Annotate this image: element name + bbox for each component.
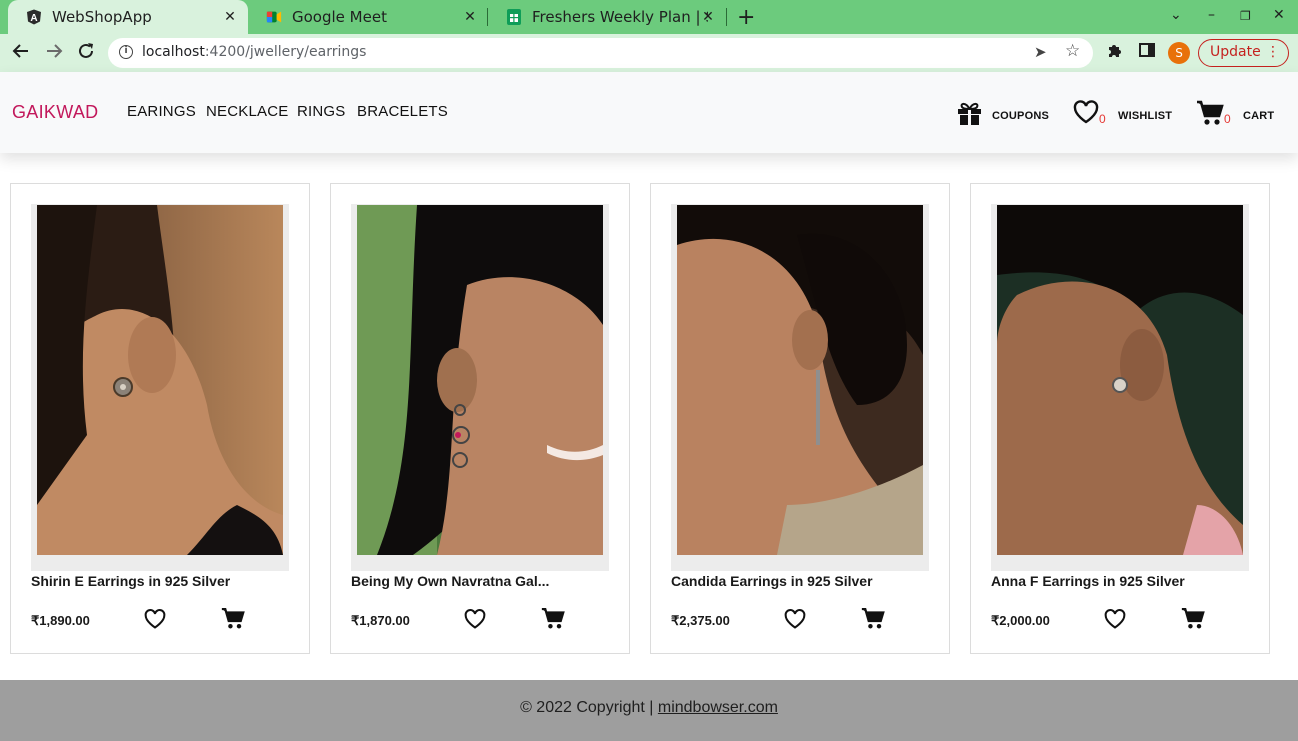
product-name[interactable]: Anna F Earrings in 925 Silver: [991, 573, 1185, 589]
cart-label[interactable]: CART: [1243, 110, 1274, 122]
update-button[interactable]: Update ⋮: [1198, 39, 1289, 67]
tab-title: Google Meet: [292, 8, 387, 26]
bookmark-star-icon[interactable]: ☆: [1065, 41, 1080, 61]
extensions-puzzle-icon[interactable]: [1106, 42, 1123, 63]
window-close-icon[interactable]: ✕: [1273, 7, 1285, 23]
product-card: Candida Earrings in 925 Silver ₹2,375.00: [650, 183, 950, 654]
profile-avatar[interactable]: S: [1168, 42, 1190, 64]
product-price: ₹1,890.00: [31, 613, 90, 628]
minimize-icon[interactable]: –: [1208, 7, 1215, 23]
url-text: localhost:4200/jwellery/earrings: [142, 44, 367, 60]
menu-rings[interactable]: RINGS: [297, 103, 346, 120]
add-to-cart-icon[interactable]: [541, 607, 565, 631]
add-to-wishlist-heart-icon[interactable]: [1104, 608, 1126, 630]
close-icon[interactable]: ✕: [462, 9, 478, 25]
footer-text: © 2022 Copyright | mindbowser.com: [0, 699, 1298, 717]
tab-title: Freshers Weekly Plan | Sh: [532, 8, 708, 26]
send-tab-icon[interactable]: ➤: [1034, 43, 1047, 61]
address-bar[interactable]: i localhost:4200/jwellery/earrings ➤ ☆: [108, 38, 1093, 68]
tab-title: WebShopApp: [52, 8, 152, 26]
product-name[interactable]: Shirin E Earrings in 925 Silver: [31, 573, 230, 589]
gift-icon[interactable]: [957, 101, 982, 129]
update-label: Update: [1210, 44, 1261, 60]
restore-icon[interactable]: ❐: [1240, 9, 1251, 23]
product-card: Shirin E Earrings in 925 Silver ₹1,890.0…: [10, 183, 310, 654]
tab-divider: [726, 8, 727, 26]
footer-link[interactable]: mindbowser.com: [658, 699, 778, 716]
product-name[interactable]: Candida Earrings in 925 Silver: [671, 573, 873, 589]
heart-icon[interactable]: [1073, 100, 1099, 128]
product-name[interactable]: Being My Own Navratna Gal...: [351, 573, 549, 589]
add-to-cart-icon[interactable]: [861, 607, 885, 631]
add-to-wishlist-heart-icon[interactable]: [784, 608, 806, 630]
site-footer: © 2022 Copyright | mindbowser.com: [0, 680, 1298, 741]
coupons-label[interactable]: COUPONS: [992, 110, 1049, 122]
add-to-cart-icon[interactable]: [221, 607, 245, 631]
add-to-cart-icon[interactable]: [1181, 607, 1205, 631]
angular-icon: A: [26, 9, 42, 25]
product-image-frame: [351, 204, 609, 571]
reload-icon[interactable]: [77, 42, 95, 65]
add-to-wishlist-heart-icon[interactable]: [144, 608, 166, 630]
product-price: ₹2,000.00: [991, 613, 1050, 628]
tab-search-icon[interactable]: ⌄: [1170, 7, 1182, 23]
svg-text:A: A: [30, 13, 37, 24]
site-info-icon[interactable]: i: [119, 45, 133, 59]
brand-logo[interactable]: GAIKWAD: [12, 102, 98, 123]
menu-bracelets[interactable]: BRACELETS: [357, 103, 448, 120]
product-image-frame: [991, 204, 1249, 571]
close-icon[interactable]: ✕: [222, 9, 238, 25]
product-image-frame: [671, 204, 929, 571]
product-card: Being My Own Navratna Gal... ₹1,870.00: [330, 183, 630, 654]
back-arrow-icon[interactable]: [12, 42, 30, 65]
product-price: ₹2,375.00: [671, 613, 730, 628]
add-to-wishlist-heart-icon[interactable]: [464, 608, 486, 630]
menu-earings[interactable]: EARINGS: [127, 103, 196, 120]
menu-necklace[interactable]: NECKLACE: [206, 103, 288, 120]
wishlist-label[interactable]: WISHLIST: [1118, 110, 1172, 122]
cart-icon[interactable]: [1196, 100, 1224, 130]
new-tab-button[interactable]: +: [737, 5, 755, 30]
product-image[interactable]: [997, 205, 1243, 555]
product-image[interactable]: [677, 205, 923, 555]
wishlist-count: 0: [1099, 112, 1106, 126]
forward-arrow-icon[interactable]: [45, 42, 63, 65]
product-price: ₹1,870.00: [351, 613, 410, 628]
tab-webshopapp[interactable]: A WebShopApp ✕: [8, 0, 248, 34]
product-image[interactable]: [37, 205, 283, 555]
sheets-icon: [506, 9, 522, 25]
product-image-frame: [31, 204, 289, 571]
tab-freshers-plan[interactable]: Freshers Weekly Plan | Sh ✕: [488, 0, 726, 34]
more-menu-icon[interactable]: ⋮: [1266, 40, 1280, 65]
meet-icon: [266, 9, 282, 25]
tab-google-meet[interactable]: Google Meet ✕: [248, 0, 488, 34]
browser-toolbar: i localhost:4200/jwellery/earrings ➤ ☆ S…: [0, 34, 1298, 72]
product-card: Anna F Earrings in 925 Silver ₹2,000.00: [970, 183, 1270, 654]
cart-count: 0: [1224, 112, 1231, 126]
close-icon[interactable]: ✕: [700, 9, 716, 25]
product-image[interactable]: [357, 205, 603, 555]
copyright-text: © 2022 Copyright |: [520, 699, 654, 716]
browser-tab-strip: A WebShopApp ✕ Google Meet ✕ Freshers We…: [0, 0, 1298, 34]
site-header: GAIKWAD EARINGS NECKLACE RINGS BRACELETS…: [0, 72, 1298, 153]
side-panel-icon[interactable]: [1139, 42, 1155, 62]
